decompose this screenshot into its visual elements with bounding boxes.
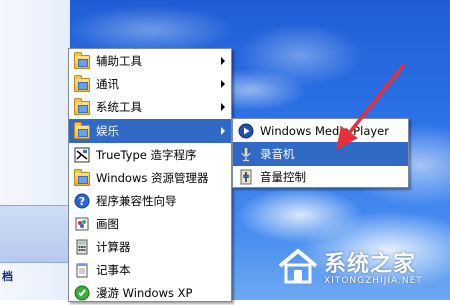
- house-logo-icon: [276, 246, 320, 286]
- watermark-subtitle: XITONGZHIJIA.NET: [324, 276, 423, 286]
- watermark-title: 系统之家: [324, 252, 417, 277]
- site-watermark: 系统之家 XITONGZHIJIA.NET: [276, 240, 446, 292]
